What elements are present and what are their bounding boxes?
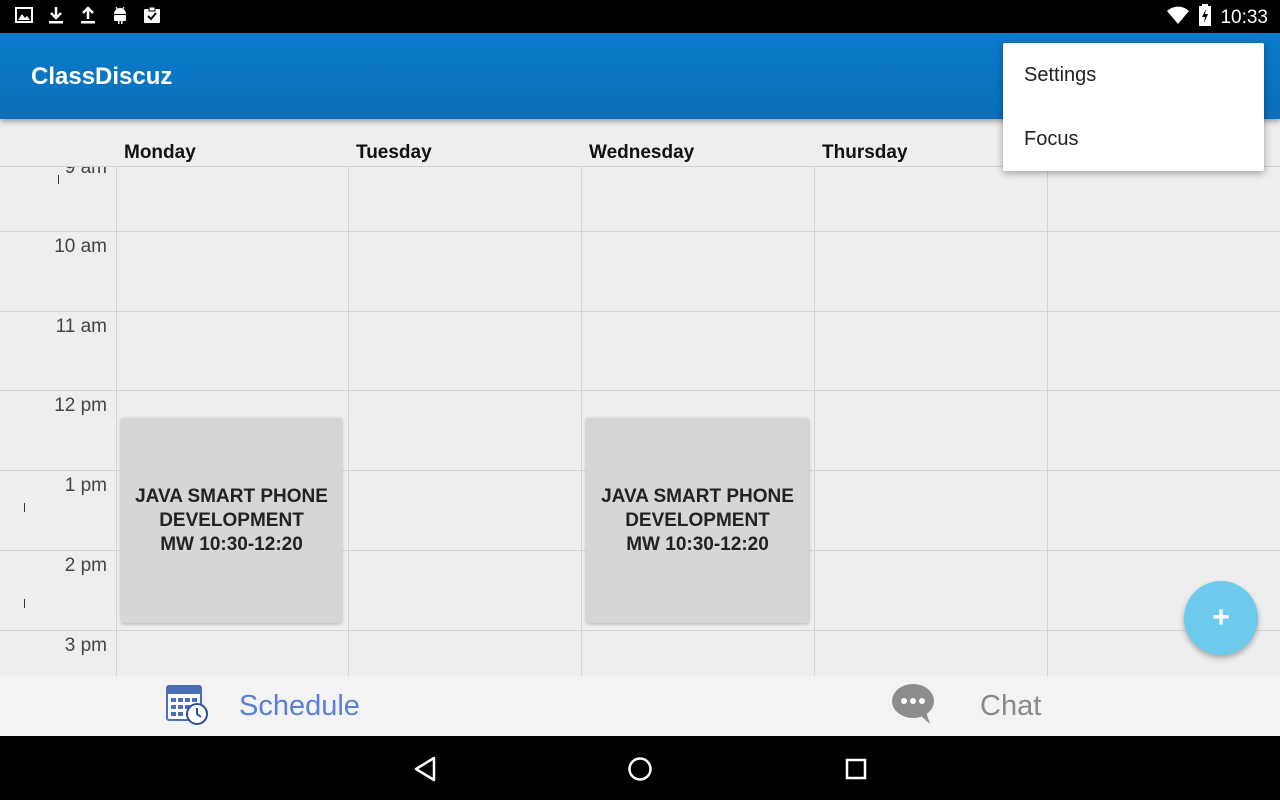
day-label-tuesday: Tuesday: [356, 142, 432, 163]
day-gridline: [581, 167, 582, 676]
tab-schedule[interactable]: Schedule: [165, 676, 360, 736]
day-label-thursday: Thursday: [822, 142, 908, 163]
event-title-line1: JAVA SMART PHONE: [135, 485, 328, 507]
hour-label: 11 am: [55, 316, 107, 337]
event-time: MW 10:30-12:20: [626, 533, 769, 555]
hour-label: 12 pm: [54, 395, 107, 416]
notification-icons: [14, 5, 162, 25]
day-label-wednesday: Wednesday: [589, 142, 695, 163]
wifi-icon: [1166, 5, 1190, 30]
calendar-clock-icon: [165, 682, 209, 731]
time-tick: [24, 599, 25, 608]
hour-label: 1 pm: [64, 475, 107, 496]
menu-item-settings[interactable]: Settings: [1003, 43, 1264, 107]
class-event-monday[interactable]: JAVA SMART PHONE DEVELOPMENT MW 10:30-12…: [121, 418, 342, 623]
bottom-tab-bar: Schedule Chat: [0, 676, 1280, 736]
app-title: ClassDiscuz: [31, 63, 173, 90]
overflow-menu: Settings Focus: [1003, 43, 1264, 171]
event-title-line1: JAVA SMART PHONE: [601, 485, 794, 507]
hour-label: 10 am: [54, 236, 107, 257]
day-gridline: [116, 167, 117, 676]
day-gridline: [348, 167, 349, 676]
time-tick: [58, 175, 59, 184]
tab-chat-label: Chat: [980, 689, 1042, 722]
event-time: MW 10:30-12:20: [160, 533, 303, 555]
week-calendar[interactable]: 9 am 10 am 11 am 12 pm 1 pm 2 pm 3 pm Mo…: [0, 119, 1280, 676]
add-class-button[interactable]: +: [1184, 581, 1258, 655]
menu-item-focus[interactable]: Focus: [1003, 107, 1264, 171]
event-title-line2: DEVELOPMENT: [159, 509, 304, 531]
day-gridline: [814, 167, 815, 676]
time-tick: [24, 503, 25, 512]
day-label-monday: Monday: [124, 142, 196, 163]
recents-icon[interactable]: [841, 754, 871, 784]
hour-gridline: [0, 390, 1280, 391]
hour-label: 3 pm: [64, 635, 107, 656]
clock: 10:33: [1220, 6, 1268, 28]
clipboard-check-icon: [142, 5, 162, 25]
event-title-line2: DEVELOPMENT: [625, 509, 770, 531]
hour-label: 2 pm: [64, 555, 107, 576]
status-bar: 10:33: [0, 0, 1280, 33]
upload-icon: [78, 5, 98, 25]
system-icons: 10:33: [1166, 4, 1268, 31]
battery-charging-icon: [1198, 4, 1212, 31]
download-icon: [46, 5, 66, 25]
image-icon: [14, 5, 34, 25]
hour-gridline: [0, 630, 1280, 631]
hour-gridline: [0, 311, 1280, 312]
hour-gridline: [0, 231, 1280, 232]
tab-chat[interactable]: Chat: [890, 676, 1041, 736]
tab-schedule-label: Schedule: [239, 689, 360, 722]
day-gridline: [1047, 167, 1048, 676]
chat-bubble-icon: [890, 682, 936, 731]
home-icon[interactable]: [625, 754, 655, 784]
system-nav-bar: [0, 736, 1280, 800]
back-icon[interactable]: [410, 754, 440, 784]
android-icon: [110, 5, 130, 25]
class-event-wednesday[interactable]: JAVA SMART PHONE DEVELOPMENT MW 10:30-12…: [586, 418, 809, 623]
